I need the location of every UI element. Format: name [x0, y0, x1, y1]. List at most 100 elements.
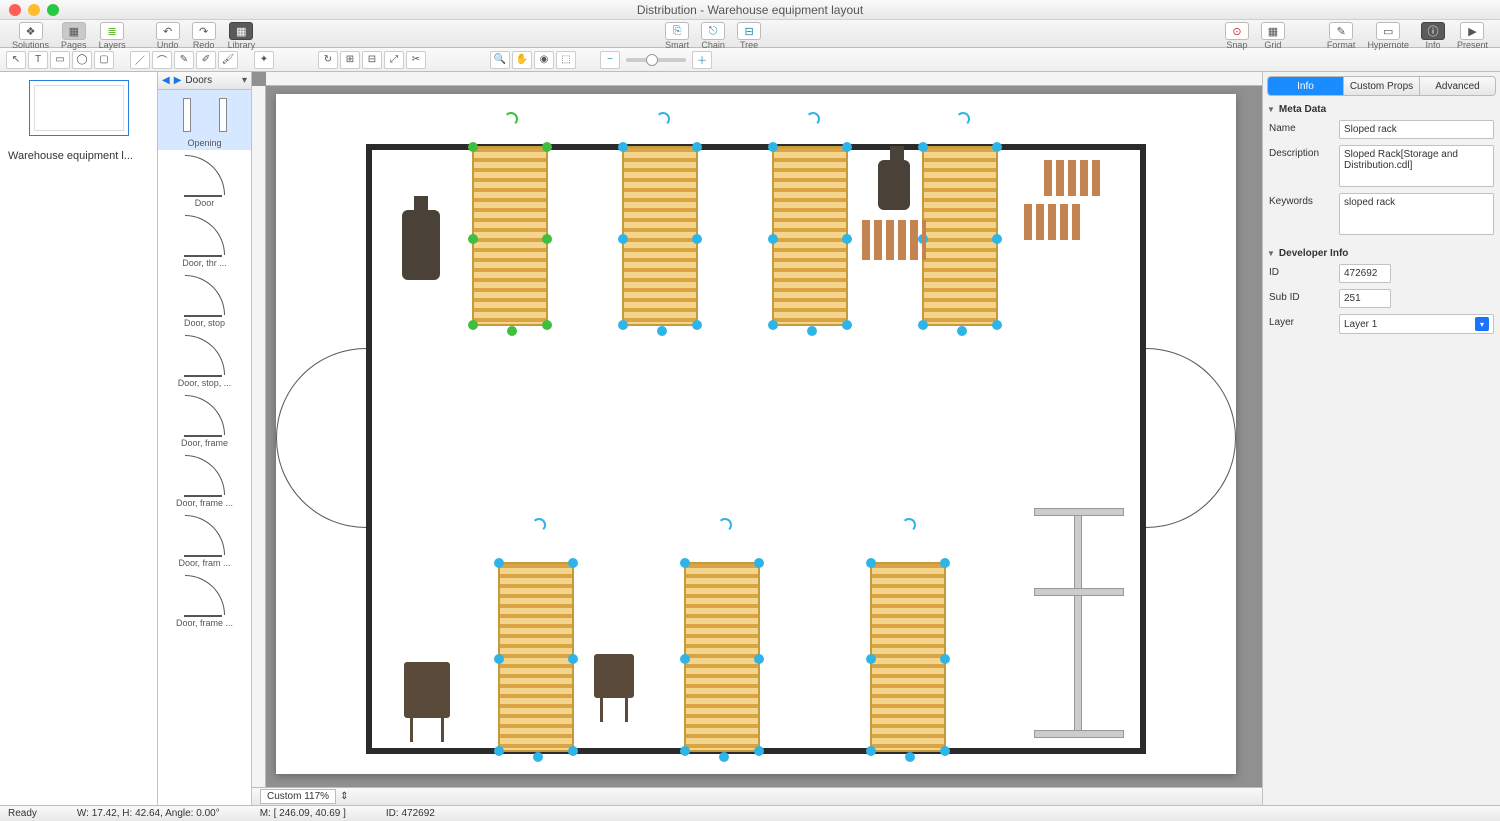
door-shape[interactable] [1146, 438, 1236, 528]
text-tool[interactable]: T [28, 51, 48, 69]
description-input[interactable]: Sloped Rack[Storage and Distribution.cdl… [1339, 145, 1494, 187]
info-button[interactable]: ⓘInfo [1415, 20, 1451, 50]
section-meta-data[interactable]: Meta Data [1267, 102, 1496, 117]
rotate-handle-icon[interactable] [956, 112, 970, 126]
pen-tool[interactable]: ✎ [174, 51, 194, 69]
zoom-stepper-icon[interactable]: ⇕ [340, 791, 348, 802]
door-shape[interactable] [1146, 348, 1236, 438]
zoom-level[interactable]: Custom 117% [260, 789, 336, 804]
door-shape[interactable] [276, 438, 366, 528]
align-tool[interactable]: ⊞ [340, 51, 360, 69]
rotate-handle-icon[interactable] [718, 518, 732, 532]
sloped-rack[interactable] [772, 146, 848, 326]
close-window-button[interactable] [9, 4, 21, 16]
section-developer-info[interactable]: Developer Info [1267, 246, 1496, 261]
zoom-slider[interactable] [626, 58, 686, 62]
snap-button[interactable]: ⊙Snap [1219, 20, 1255, 50]
redo-button[interactable]: ↷Redo [186, 20, 222, 50]
hand-truck-shape[interactable] [878, 160, 910, 210]
library-item-door[interactable]: Door [158, 150, 251, 210]
name-label: Name [1269, 120, 1333, 134]
selector-tool[interactable]: ⬚ [556, 51, 576, 69]
sloped-rack[interactable] [622, 146, 698, 326]
sloped-rack[interactable] [870, 562, 946, 752]
pencil-tool[interactable]: ✐ [196, 51, 216, 69]
name-input[interactable]: Sloped rack [1339, 120, 1494, 139]
rotate-handle-icon[interactable] [806, 112, 820, 126]
eyedropper-tool[interactable]: ◉ [534, 51, 554, 69]
pages-button[interactable]: ▦Pages [55, 20, 93, 50]
rounded-rect-tool[interactable]: ▢ [94, 51, 114, 69]
minimize-window-button[interactable] [28, 4, 40, 16]
library-item-door-frame2[interactable]: Door, frame ... [158, 450, 251, 510]
subid-input[interactable]: 251 [1339, 289, 1391, 308]
rotate-tool[interactable]: ↻ [318, 51, 338, 69]
ellipse-tool[interactable]: ◯ [72, 51, 92, 69]
tab-info[interactable]: Info [1268, 77, 1344, 95]
rect-tool[interactable]: ▭ [50, 51, 70, 69]
horizontal-ruler[interactable] [266, 72, 1262, 86]
canvas-viewport[interactable] [266, 86, 1262, 787]
sloped-rack[interactable] [922, 146, 998, 326]
rotate-handle-icon[interactable] [902, 518, 916, 532]
library-menu-button[interactable]: ▾ [242, 75, 247, 86]
cart-shape[interactable] [594, 654, 634, 698]
keywords-input[interactable]: sloped rack [1339, 193, 1494, 235]
layer-select[interactable]: Layer 1▾ [1339, 314, 1494, 334]
tree-connector-button[interactable]: ⊟Tree [731, 20, 767, 50]
pan-tool[interactable]: ✋ [512, 51, 532, 69]
zoom-window-button[interactable] [47, 4, 59, 16]
zoom-in-button[interactable]: ＋ [692, 51, 712, 69]
shelving-unit[interactable] [1034, 508, 1124, 738]
library-item-door-stop[interactable]: Door, stop [158, 270, 251, 330]
solutions-button[interactable]: ❖Solutions [6, 20, 55, 50]
pallet-shape[interactable] [1044, 160, 1100, 196]
sloped-rack[interactable] [472, 146, 548, 326]
chain-connector-button[interactable]: ⎋Chain [695, 20, 731, 50]
present-button[interactable]: ▶Present [1451, 20, 1494, 50]
sloped-rack[interactable] [498, 562, 574, 752]
flip-tool[interactable]: ⤢ [384, 51, 404, 69]
cart-shape[interactable] [404, 662, 450, 718]
cut-tool[interactable]: ✂ [406, 51, 426, 69]
sloped-rack[interactable] [684, 562, 760, 752]
id-input[interactable]: 472692 [1339, 264, 1391, 283]
forklift-shape[interactable] [402, 210, 440, 280]
layers-button[interactable]: ≣Layers [93, 20, 132, 50]
pallet-rack-shape[interactable] [862, 220, 926, 260]
library-item-opening[interactable]: Opening [158, 90, 251, 150]
grid-button[interactable]: ▦Grid [1255, 20, 1291, 50]
pallet-shape[interactable] [1024, 204, 1080, 240]
library-button[interactable]: ▦Library [222, 20, 262, 50]
library-item-door-stop2[interactable]: Door, stop, ... [158, 330, 251, 390]
library-item-door-fram[interactable]: Door, fram ... [158, 510, 251, 570]
rotate-handle-icon[interactable] [656, 112, 670, 126]
pointer-tool[interactable]: ↖ [6, 51, 26, 69]
line-tool[interactable]: ／ [130, 51, 150, 69]
door-shape[interactable] [276, 348, 366, 438]
library-next-button[interactable]: ▶ [174, 75, 182, 86]
tab-custom-props[interactable]: Custom Props [1344, 77, 1420, 95]
warehouse-walls[interactable] [366, 144, 1146, 754]
stamp-tool[interactable]: ✦ [254, 51, 274, 69]
library-prev-button[interactable]: ◀ [162, 75, 170, 86]
library-item-door-frame[interactable]: Door, frame [158, 390, 251, 450]
arc-tool[interactable]: ⌒ [152, 51, 172, 69]
smart-connector-button[interactable]: ⎘Smart [659, 20, 695, 50]
library-item-door-thr[interactable]: Door, thr ... [158, 210, 251, 270]
hypernote-button[interactable]: ▭Hypernote [1361, 20, 1415, 50]
zoom-out-button[interactable]: − [600, 51, 620, 69]
rotate-handle-icon[interactable] [532, 518, 546, 532]
distribute-tool[interactable]: ⊟ [362, 51, 382, 69]
library-item-door-frame3[interactable]: Door, frame ... [158, 570, 251, 630]
zoom-fit-button[interactable]: 🔍 [490, 51, 510, 69]
drawing-page[interactable] [276, 94, 1236, 774]
page-thumbnail[interactable] [29, 80, 129, 136]
tab-advanced[interactable]: Advanced [1420, 77, 1495, 95]
vertical-ruler[interactable] [252, 86, 266, 787]
format-button[interactable]: ✎Format [1321, 20, 1362, 50]
rotate-handle-icon[interactable] [504, 112, 518, 126]
undo-button[interactable]: ↶Undo [150, 20, 186, 50]
brush-tool[interactable]: 🖌 [218, 51, 238, 69]
library-category[interactable]: Doors [185, 75, 238, 86]
